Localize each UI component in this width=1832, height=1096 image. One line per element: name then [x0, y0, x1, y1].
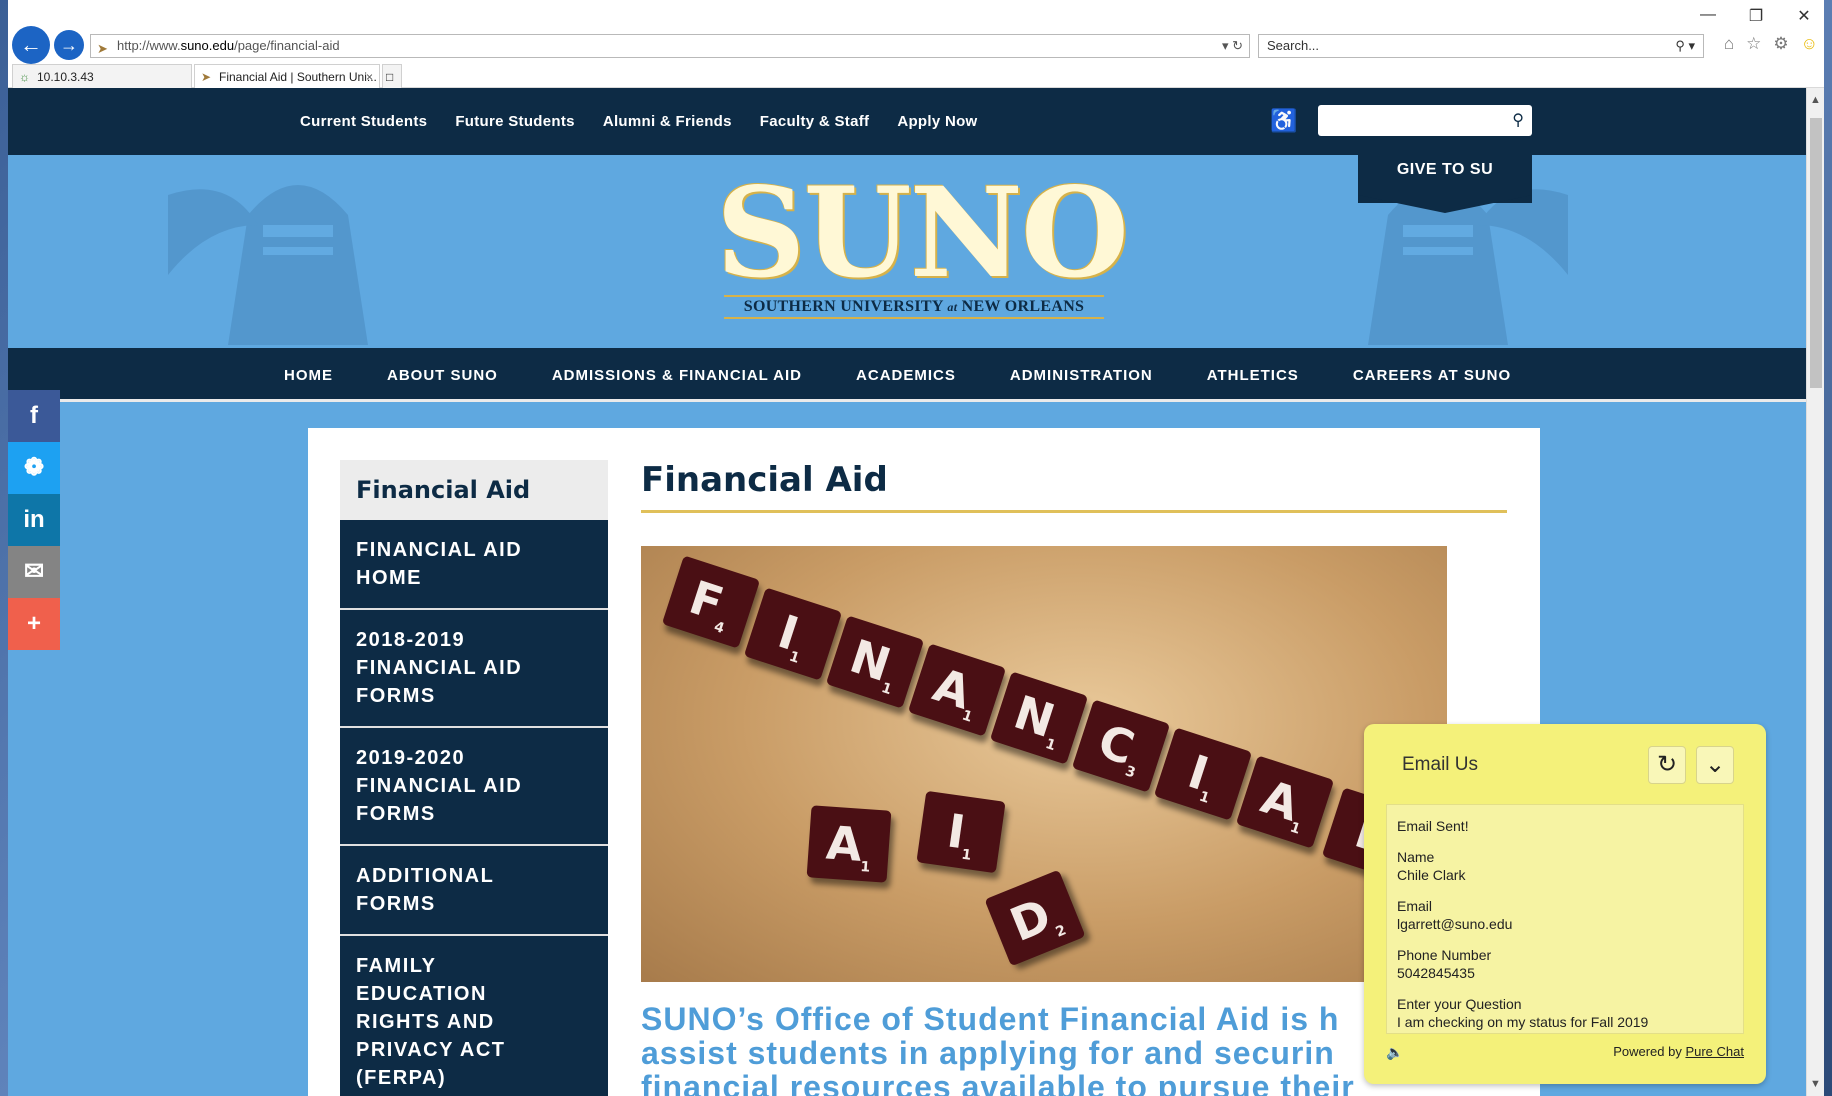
home-icon[interactable]: ⌂ [1724, 34, 1734, 54]
minimize-icon[interactable]: — [1698, 6, 1718, 26]
share-plus-icon[interactable]: + [8, 598, 60, 650]
tile: A1 [806, 805, 892, 883]
nav-careers-at-suno[interactable]: CAREERS AT SUNO [1353, 367, 1511, 384]
refresh-icon[interactable]: ▾ ↻ [1222, 35, 1243, 57]
give-to-su-button[interactable]: GIVE TO SU [1358, 155, 1532, 213]
settings-gear-icon[interactable]: ⚙ [1773, 34, 1788, 54]
nav-athletics[interactable]: ATHLETICS [1207, 367, 1299, 384]
web-page: Current Students Future Students Alumni … [8, 88, 1806, 1096]
nav-academics[interactable]: ACADEMICS [856, 367, 956, 384]
refresh-icon[interactable]: ↻ [1648, 746, 1686, 784]
chat-field-phone: Phone Number 5042845435 [1397, 947, 1492, 981]
pure-chat-link[interactable]: Pure Chat [1685, 1044, 1744, 1059]
page-scrollbar[interactable]: ▲ ▼ [1806, 88, 1824, 1096]
tile: A1 [1235, 755, 1335, 849]
tile: N1 [825, 615, 925, 709]
browser-chrome: — ❐ ✕ ← → ➤ http://www.suno.edu/page/fin… [8, 0, 1824, 88]
restore-icon[interactable]: ❐ [1746, 6, 1766, 26]
utility-link-faculty-staff[interactable]: Faculty & Staff [760, 113, 870, 130]
ie-icon: ☼ [19, 70, 30, 84]
tile: I1 [916, 790, 1006, 874]
chat-field-question: Enter your Question I am checking on my … [1397, 996, 1649, 1030]
tab-financial-aid[interactable]: ➤ Financial Aid | Southern Uni... × [194, 64, 380, 88]
search-icon[interactable]: ⚲ [1512, 110, 1524, 130]
tile: F4 [661, 555, 761, 649]
chat-field-email: Email lgarrett@suno.edu [1397, 898, 1513, 932]
email-icon[interactable]: ✉ [8, 546, 60, 598]
tile: I1 [743, 587, 843, 681]
utility-link-future-students[interactable]: Future Students [455, 113, 575, 130]
window-controls: — ❐ ✕ [1698, 6, 1814, 26]
utility-nav: Current Students Future Students Alumni … [300, 88, 978, 155]
sidebar-item-additional-forms[interactable]: ADDITIONAL FORMS [340, 846, 608, 936]
new-tab-button[interactable]: □ [382, 64, 402, 88]
browser-toolbar-icons: ⌂ ☆ ⚙ ☺ [1724, 34, 1818, 54]
site-favicon-icon: ➤ [97, 41, 108, 56]
nav-administration[interactable]: ADMINISTRATION [1010, 367, 1153, 384]
close-icon[interactable]: ✕ [1794, 6, 1814, 26]
tab-intranet[interactable]: ☼ 10.10.3.43 [12, 64, 192, 88]
forward-button[interactable]: → [54, 30, 84, 60]
tile: D2 [984, 869, 1086, 967]
chevron-down-icon[interactable]: ⌄ [1696, 746, 1734, 784]
accessibility-icon[interactable]: ♿ [1270, 108, 1297, 134]
sidebar-item-2019-2020-forms[interactable]: 2019-2020 FINANCIAL AID FORMS [340, 728, 608, 846]
facebook-icon[interactable]: f [8, 390, 60, 442]
intro-paragraph: SUNO’s Office of Student Financial Aid i… [641, 1002, 1355, 1096]
browser-search-input[interactable]: Search... ⚲ ▾ [1258, 34, 1704, 58]
suno-logo[interactable]: SUNO [716, 172, 1129, 296]
chat-title: Email Us [1402, 754, 1479, 775]
search-icon[interactable]: ⚲ ▾ [1675, 35, 1695, 57]
utility-bar: Current Students Future Students Alumni … [8, 88, 1806, 155]
tile: I1 [1153, 727, 1253, 821]
sidebar-item-2018-2019-forms[interactable]: 2018-2019 FINANCIAL AID FORMS [340, 610, 608, 728]
smiley-feedback-icon[interactable]: ☺ [1801, 34, 1818, 54]
browser-window: — ❐ ✕ ← → ➤ http://www.suno.edu/page/fin… [8, 0, 1824, 1096]
utility-link-apply-now[interactable]: Apply Now [897, 113, 977, 130]
sidebar-menu: FINANCIAL AID HOME 2018-2019 FINANCIAL A… [340, 520, 608, 1096]
sidebar-title: Financial Aid [340, 460, 608, 520]
nav-admissions-financial-aid[interactable]: ADMISSIONS & FINANCIAL AID [552, 367, 802, 384]
nav-home[interactable]: HOME [284, 367, 333, 384]
social-share-bar: f ❁ in ✉ + [8, 390, 60, 650]
linkedin-icon[interactable]: in [8, 494, 60, 546]
main-nav: HOME ABOUT SUNO ADMISSIONS & FINANCIAL A… [8, 348, 1806, 402]
twitter-icon[interactable]: ❁ [8, 442, 60, 494]
site-search-input[interactable]: ⚲ [1318, 105, 1532, 136]
sidebar-item-ferpa[interactable]: FAMILY EDUCATION RIGHTS AND PRIVACY ACT … [340, 936, 608, 1096]
page-title: Financial Aid [641, 460, 1507, 513]
tile: C3 [1071, 699, 1171, 793]
content-card: Financial Aid FINANCIAL AID HOME 2018-20… [308, 428, 1540, 1096]
utility-link-alumni-friends[interactable]: Alumni & Friends [603, 113, 732, 130]
scroll-up-icon[interactable]: ▲ [1810, 94, 1821, 106]
tile: N1 [989, 671, 1089, 765]
chat-message: Email Sent! Name Chile Clark Email lgarr… [1386, 804, 1744, 1034]
tile: A1 [907, 643, 1007, 737]
address-bar[interactable]: ➤ http://www.suno.edu/page/financial-aid… [90, 34, 1250, 58]
speaker-icon[interactable]: 🔈 [1386, 1044, 1403, 1061]
chat-status: Email Sent! [1397, 818, 1469, 834]
main-nav-items: HOME ABOUT SUNO ADMISSIONS & FINANCIAL A… [284, 348, 1511, 402]
scroll-down-icon[interactable]: ▼ [1810, 1078, 1821, 1090]
close-tab-icon[interactable]: × [366, 65, 373, 89]
header-banner: SUNO SOUTHERN UNIVERSITY at NEW ORLEANS [8, 155, 1806, 348]
back-button[interactable]: ← [12, 26, 50, 64]
logo-subtitle: SOUTHERN UNIVERSITY at NEW ORLEANS [724, 295, 1104, 319]
nav-about-suno[interactable]: ABOUT SUNO [387, 367, 498, 384]
chat-field-name: Name Chile Clark [1397, 849, 1466, 883]
favorites-star-icon[interactable]: ☆ [1746, 34, 1761, 54]
tab-strip: ☼ 10.10.3.43 ➤ Financial Aid | Southern … [8, 62, 1824, 88]
hero-image-scrabble-tiles: F4 I1 N1 A1 N1 C3 I1 A1 L A1 I1 D2 [641, 546, 1447, 982]
chat-header: Email Us ↻ ⌄ [1364, 724, 1766, 800]
powered-by: Powered by Pure Chat [1613, 1044, 1744, 1059]
utility-link-current-students[interactable]: Current Students [300, 113, 427, 130]
scrollbar-thumb[interactable] [1810, 118, 1822, 388]
sidebar-item-financial-aid-home[interactable]: FINANCIAL AID HOME [340, 520, 608, 610]
site-favicon-icon: ➤ [201, 70, 212, 84]
knight-watermark-left [168, 185, 368, 345]
email-us-chat-widget: Email Us ↻ ⌄ Email Sent! Name Chile Clar… [1364, 724, 1766, 1084]
